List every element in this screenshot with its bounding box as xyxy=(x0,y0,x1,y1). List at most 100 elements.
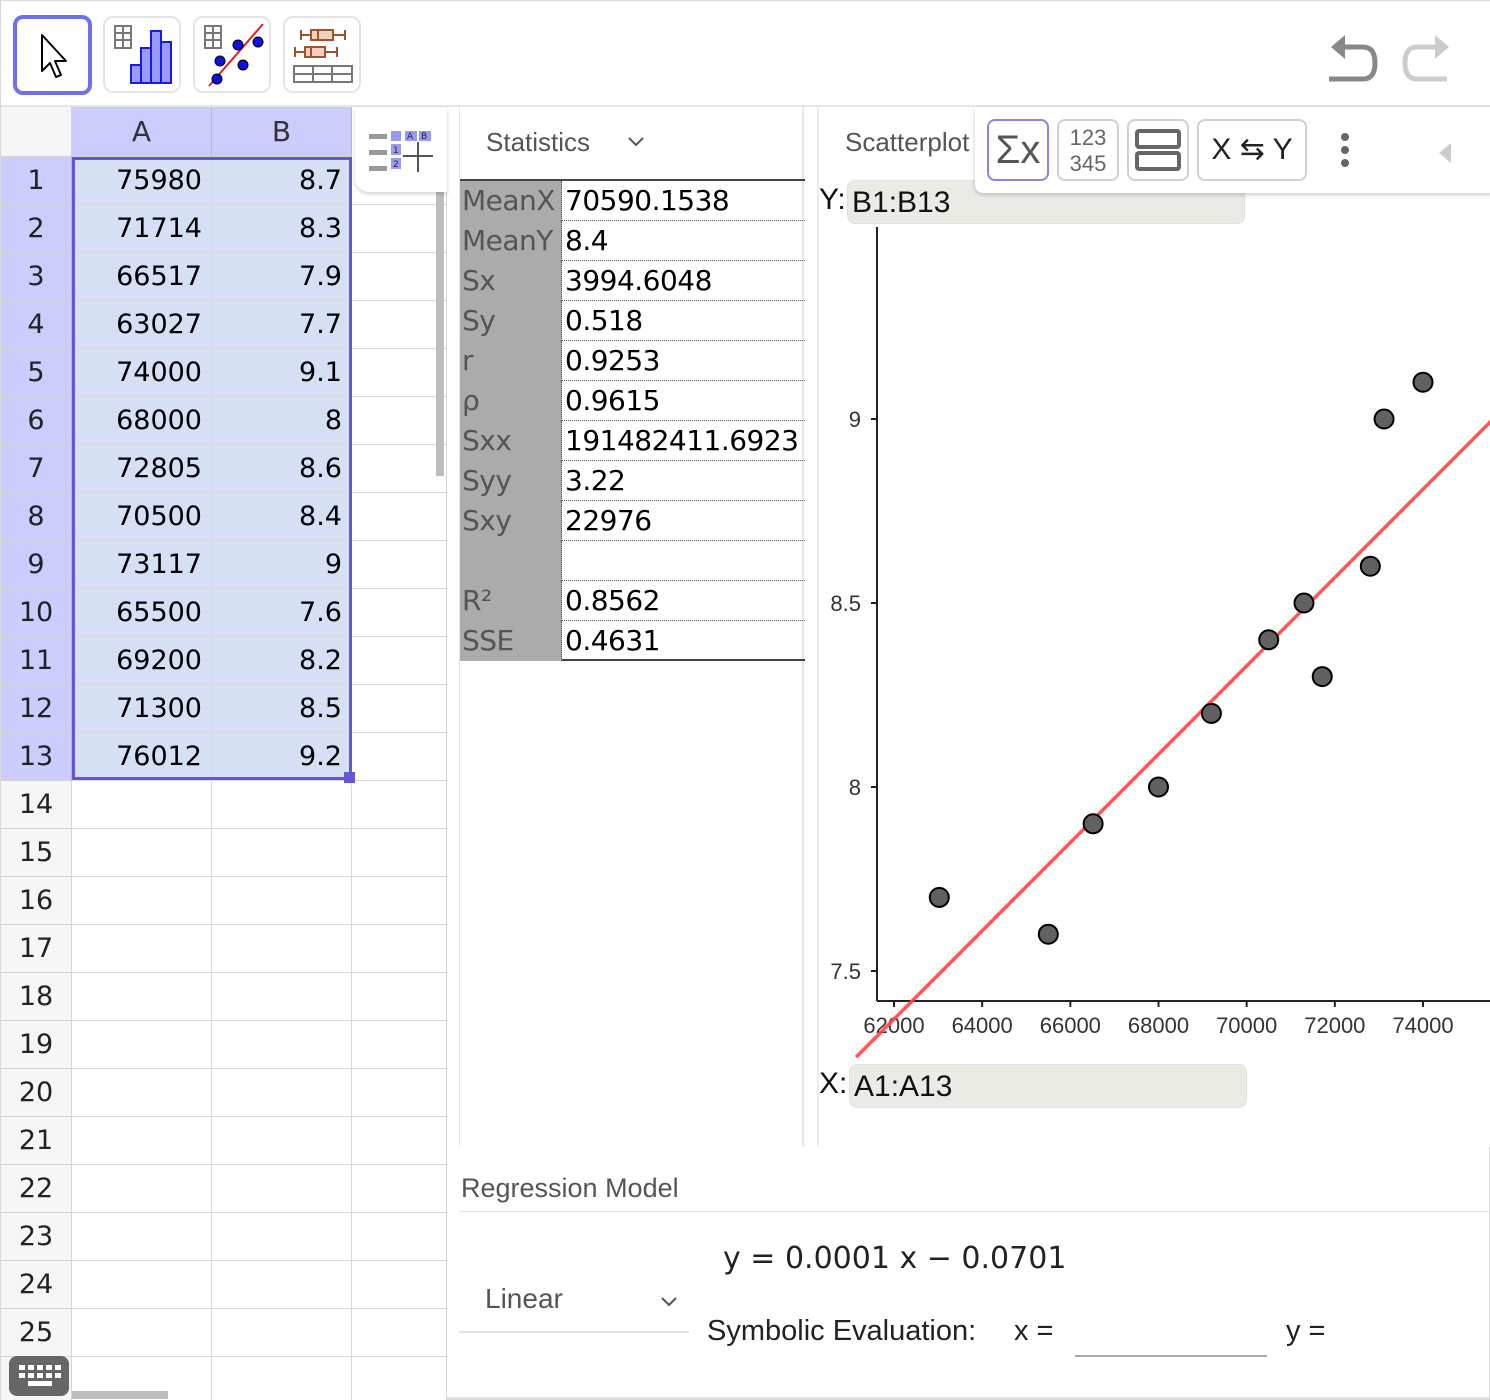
cell-c[interactable] xyxy=(352,877,446,925)
row-header[interactable]: 9 xyxy=(1,541,72,589)
cell-a[interactable] xyxy=(72,781,212,829)
spreadsheet-layout-button[interactable]: AB 1 2 xyxy=(355,108,447,192)
cell-a[interactable]: 68000 xyxy=(72,397,212,445)
x-range-field[interactable]: A1:A13 xyxy=(849,1064,1247,1108)
cell-b[interactable] xyxy=(212,1261,352,1309)
cell-b[interactable]: 8 xyxy=(212,397,352,445)
cell-c[interactable] xyxy=(352,1309,446,1357)
cell-b[interactable]: 8.5 xyxy=(212,685,352,733)
cell-c[interactable] xyxy=(352,925,446,973)
cell-b[interactable]: 9 xyxy=(212,541,352,589)
cell-a[interactable] xyxy=(72,1213,212,1261)
cell-a[interactable] xyxy=(72,973,212,1021)
show-data-button[interactable]: 123 345 xyxy=(1057,119,1119,181)
cell-c[interactable] xyxy=(352,541,446,589)
redo-icon[interactable] xyxy=(1397,31,1457,83)
cell-b[interactable] xyxy=(212,925,352,973)
regression-model-dropdown[interactable]: Linear xyxy=(459,1271,689,1333)
cell-b[interactable]: 7.7 xyxy=(212,301,352,349)
row-header[interactable]: 20 xyxy=(1,1069,72,1117)
show-second-plot-button[interactable] xyxy=(1127,119,1189,181)
column-header-b[interactable]: B xyxy=(212,107,352,157)
row-header[interactable]: 14 xyxy=(1,781,72,829)
row-header[interactable]: 5 xyxy=(1,349,72,397)
cell-a[interactable]: 70500 xyxy=(72,493,212,541)
row-header[interactable]: 22 xyxy=(1,1165,72,1213)
cell-b[interactable]: 8.4 xyxy=(212,493,352,541)
cell-b[interactable] xyxy=(212,781,352,829)
row-header[interactable]: 23 xyxy=(1,1213,72,1261)
cell-a[interactable]: 71714 xyxy=(72,205,212,253)
row-header[interactable]: 21 xyxy=(1,1117,72,1165)
triangle-left-icon[interactable] xyxy=(1435,141,1455,165)
row-header[interactable]: 12 xyxy=(1,685,72,733)
row-header[interactable]: 17 xyxy=(1,925,72,973)
cell-a[interactable] xyxy=(72,1117,212,1165)
cell-b[interactable] xyxy=(212,973,352,1021)
cell-c[interactable] xyxy=(352,1165,446,1213)
selection-drag-handle[interactable] xyxy=(344,772,355,783)
cell-a[interactable]: 63027 xyxy=(72,301,212,349)
cell-a[interactable]: 65500 xyxy=(72,589,212,637)
row-header[interactable]: 4 xyxy=(1,301,72,349)
sheet-corner[interactable] xyxy=(1,107,72,157)
row-header[interactable]: 13 xyxy=(1,733,72,781)
cell-a[interactable]: 66517 xyxy=(72,253,212,301)
scatterplot-chart[interactable]: 7.588.5962000 64000 66000 68000 70000 72000 74… xyxy=(819,107,1490,1147)
cell-c[interactable] xyxy=(352,301,446,349)
cell-c[interactable] xyxy=(352,589,446,637)
symbolic-x-input[interactable] xyxy=(1075,1313,1267,1357)
cell-c[interactable] xyxy=(352,445,446,493)
cell-a[interactable]: 69200 xyxy=(72,637,212,685)
cell-b[interactable]: 7.6 xyxy=(212,589,352,637)
row-header[interactable]: 1 xyxy=(1,157,72,205)
cell-b[interactable]: 9.1 xyxy=(212,349,352,397)
more-vertical-icon[interactable] xyxy=(1339,131,1351,171)
cell-b[interactable]: 8.3 xyxy=(212,205,352,253)
row-header[interactable]: 8 xyxy=(1,493,72,541)
column-header-a[interactable]: A xyxy=(72,107,212,157)
row-header[interactable]: 24 xyxy=(1,1261,72,1309)
row-header[interactable]: 15 xyxy=(1,829,72,877)
swap-xy-button[interactable]: X ⇆ Y xyxy=(1197,119,1307,181)
row-header[interactable]: 3 xyxy=(1,253,72,301)
cell-c[interactable] xyxy=(352,733,446,781)
cell-a[interactable] xyxy=(72,1309,212,1357)
cell-b[interactable]: 9.2 xyxy=(212,733,352,781)
cell-a[interactable] xyxy=(72,1069,212,1117)
multiple-variable-analysis-button[interactable] xyxy=(283,16,361,93)
cell-a[interactable] xyxy=(72,1261,212,1309)
cell-a[interactable] xyxy=(72,1021,212,1069)
cell-b[interactable]: 7.9 xyxy=(212,253,352,301)
cell-b[interactable] xyxy=(212,1213,352,1261)
keyboard-button[interactable] xyxy=(9,1356,69,1396)
cell-a[interactable]: 71300 xyxy=(72,685,212,733)
vertical-scrollbar[interactable] xyxy=(436,191,444,476)
cell-c[interactable] xyxy=(352,1357,446,1400)
cell-c[interactable] xyxy=(352,1021,446,1069)
cell-a[interactable]: 76012 xyxy=(72,733,212,781)
show-statistics-button[interactable]: Σx xyxy=(987,119,1049,181)
cell-b[interactable] xyxy=(212,1021,352,1069)
cell-b[interactable]: 8.7 xyxy=(212,157,352,205)
cell-b[interactable] xyxy=(212,877,352,925)
cell-b[interactable] xyxy=(212,829,352,877)
cell-c[interactable] xyxy=(352,253,446,301)
move-tool-button[interactable] xyxy=(13,15,92,95)
cell-a[interactable] xyxy=(72,925,212,973)
row-header[interactable]: 19 xyxy=(1,1021,72,1069)
cell-b[interactable] xyxy=(212,1069,352,1117)
cell-c[interactable] xyxy=(352,973,446,1021)
cell-c[interactable] xyxy=(352,1117,446,1165)
cell-a[interactable]: 75980 xyxy=(72,157,212,205)
row-header[interactable]: 11 xyxy=(1,637,72,685)
cell-c[interactable] xyxy=(352,829,446,877)
cell-c[interactable] xyxy=(352,685,446,733)
cell-b[interactable] xyxy=(212,1309,352,1357)
row-header[interactable]: 25 xyxy=(1,1309,72,1357)
cell-c[interactable] xyxy=(352,349,446,397)
cell-a[interactable]: 72805 xyxy=(72,445,212,493)
row-header[interactable]: 16 xyxy=(1,877,72,925)
row-header[interactable]: 2 xyxy=(1,205,72,253)
two-variable-regression-button[interactable] xyxy=(193,16,271,93)
